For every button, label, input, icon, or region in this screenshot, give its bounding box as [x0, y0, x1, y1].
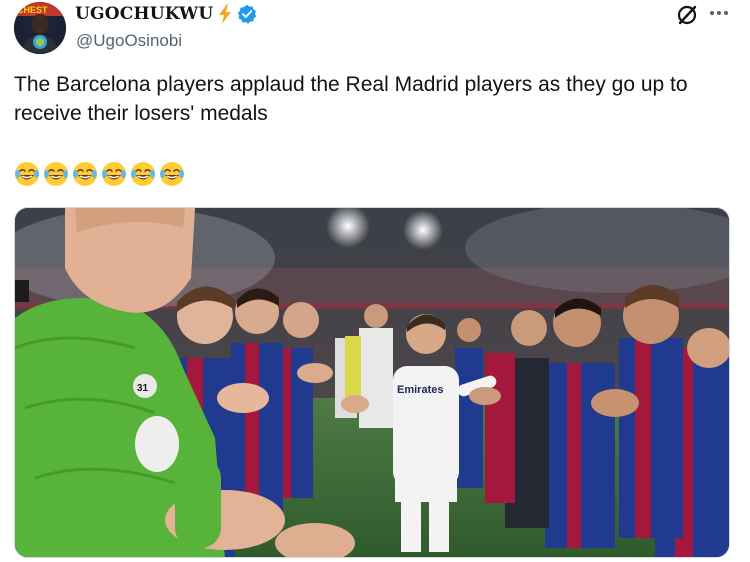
tweet-text: The Barcelona players applaud the Real M… — [14, 73, 688, 125]
grok-icon[interactable] — [676, 4, 698, 26]
author-name-row[interactable]: UGOCHUKWU — [75, 4, 257, 24]
jersey-sponsor-text: Emirates — [397, 384, 443, 396]
face-with-tears-of-joy-icon — [43, 161, 69, 187]
lightning-bolt-icon — [217, 4, 233, 24]
tweet-card: CHEST UGOCHUKWU @UgoOsinobi The Barcelon… — [0, 0, 750, 562]
tweet-photo[interactable]: Emirates 31 — [14, 207, 730, 558]
more-options-icon[interactable] — [708, 6, 730, 20]
svg-text:31: 31 — [137, 383, 149, 394]
face-with-tears-of-joy-icon — [101, 161, 127, 187]
svg-text:CHEST: CHEST — [17, 5, 48, 15]
face-with-tears-of-joy-icon — [159, 161, 185, 187]
author-avatar[interactable]: CHEST — [14, 2, 66, 54]
verified-badge-icon[interactable] — [237, 4, 257, 24]
emoji-row — [14, 161, 185, 187]
avatar-image: CHEST — [14, 2, 66, 54]
author-display-name[interactable]: UGOCHUKWU — [75, 4, 213, 24]
face-with-tears-of-joy-icon — [14, 161, 40, 187]
author-handle[interactable]: @UgoOsinobi — [76, 31, 182, 51]
face-with-tears-of-joy-icon — [130, 161, 156, 187]
face-with-tears-of-joy-icon — [72, 161, 98, 187]
photo-illustration: Emirates 31 — [15, 208, 729, 557]
